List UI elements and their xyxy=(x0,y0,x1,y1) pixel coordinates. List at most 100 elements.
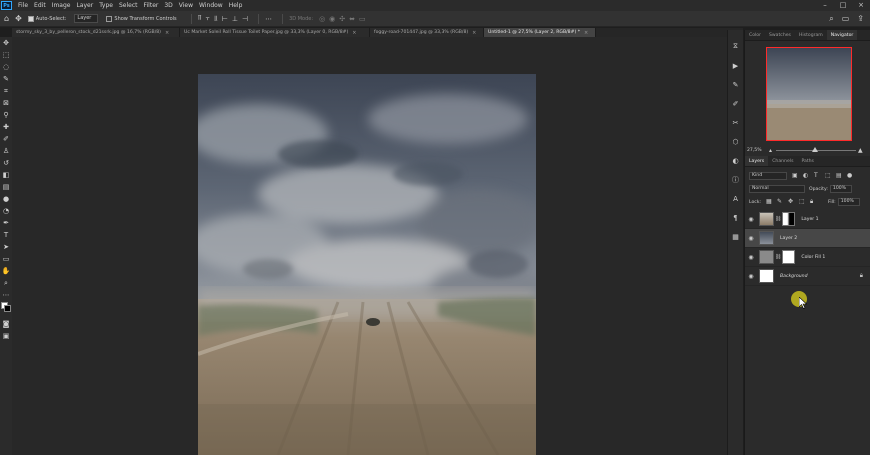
mask-link-icon[interactable]: ⛓ xyxy=(775,216,781,222)
move-icon[interactable]: ✥ xyxy=(0,37,12,49)
lock-position-icon[interactable]: ✥ xyxy=(788,199,794,205)
zoom-slider-handle[interactable] xyxy=(812,146,819,152)
tab-close-icon[interactable]: × xyxy=(165,30,169,36)
menu-type[interactable]: Type xyxy=(96,0,116,11)
crop-icon[interactable]: ⌗ xyxy=(0,85,12,97)
layer-name[interactable]: Background xyxy=(780,274,808,279)
opacity-field[interactable]: 100% xyxy=(829,185,852,193)
filter-smart-icon[interactable]: ▤ xyxy=(836,173,842,179)
lock-transparency-icon[interactable]: ▦ xyxy=(766,199,772,205)
tab-toilet-paper[interactable]: Uc Market Soleil Roll Tissue Toilet Pape… xyxy=(180,28,370,37)
visibility-eye-icon[interactable]: ◉ xyxy=(745,273,757,280)
quick-mask-icon[interactable]: ◙ xyxy=(0,318,12,330)
tab-histogram[interactable]: Histogram xyxy=(795,30,827,40)
home-icon[interactable]: ⌂ xyxy=(4,14,9,23)
brush-settings-icon[interactable]: ✎ xyxy=(728,75,743,94)
path-select-icon[interactable]: ➤ xyxy=(0,241,12,253)
tab-navigator[interactable]: Navigator xyxy=(826,30,858,40)
pen-icon[interactable]: ✒ xyxy=(0,217,12,229)
align-vcenter-icon[interactable]: ⫟ xyxy=(206,14,210,23)
tab-paths[interactable]: Paths xyxy=(797,156,818,166)
auto-select-dropdown[interactable]: Layer xyxy=(74,14,99,23)
filter-pixel-icon[interactable]: ▣ xyxy=(792,173,798,179)
lasso-icon[interactable]: ◌ xyxy=(0,61,12,73)
menu-window[interactable]: Window xyxy=(196,0,226,11)
character-icon[interactable]: A xyxy=(728,189,743,208)
brush-icon[interactable]: ✐ xyxy=(0,133,12,145)
actions-icon[interactable]: ▶ xyxy=(728,56,743,75)
workspace-icon[interactable]: ▭ xyxy=(842,14,850,24)
adjustments-icon[interactable]: ◐ xyxy=(728,151,743,170)
distribute-icon[interactable]: ⋯ xyxy=(265,15,272,23)
blur-icon[interactable]: ● xyxy=(0,193,12,205)
menu-3d[interactable]: 3D xyxy=(161,0,175,11)
move-tool-icon[interactable]: ✥ xyxy=(15,14,22,23)
layer-row-layer-1[interactable]: ◉ ⛓ Layer 1 xyxy=(745,210,870,229)
tab-close-icon[interactable]: × xyxy=(352,30,356,36)
align-left-icon[interactable]: ⊢ xyxy=(222,15,228,23)
3d-scale-icon[interactable]: ▭ xyxy=(359,15,366,23)
photoshop-logo[interactable]: Ps xyxy=(1,1,12,10)
tab-channels[interactable]: Channels xyxy=(768,156,797,166)
tools-icon[interactable]: ✂ xyxy=(728,113,743,132)
auto-select-checkbox[interactable] xyxy=(27,15,34,22)
visibility-eye-icon[interactable]: ◉ xyxy=(745,254,757,261)
eraser-icon[interactable]: ◧ xyxy=(0,169,12,181)
3d-roll-icon[interactable]: ◉ xyxy=(329,15,335,23)
tab-close-icon[interactable]: × xyxy=(584,30,588,36)
quick-select-icon[interactable]: ✎ xyxy=(0,73,12,85)
menu-file[interactable]: File xyxy=(15,0,31,11)
layer-mask-thumbnail[interactable] xyxy=(782,212,796,226)
glyphs-icon[interactable]: ▦ xyxy=(728,227,743,246)
screen-mode-icon[interactable]: ▣ xyxy=(0,330,12,342)
navigator-thumbnail[interactable] xyxy=(766,47,852,141)
document-canvas[interactable] xyxy=(198,74,536,455)
color-swatches[interactable] xyxy=(0,302,12,318)
layer-row-layer-2[interactable]: ◉ Layer 2 xyxy=(745,229,870,248)
eyedropper-icon[interactable]: ⚲ xyxy=(0,109,12,121)
type-icon[interactable]: T xyxy=(0,229,12,241)
filter-toggle-icon[interactable]: ● xyxy=(847,173,853,179)
paragraph-icon[interactable]: ¶ xyxy=(728,208,743,227)
tab-close-icon[interactable]: × xyxy=(472,30,476,36)
tab-untitled-1[interactable]: Untitled-1 @ 27,5% (Layer 2, RGB/8#) * × xyxy=(484,28,596,37)
search-icon[interactable]: ⌕ xyxy=(829,14,833,24)
clone-stamp-icon[interactable]: ♙ xyxy=(0,145,12,157)
history-icon[interactable]: ⧖ xyxy=(728,37,743,56)
filter-type-icon[interactable]: T xyxy=(814,173,820,179)
3d-slide-icon[interactable]: ⬌ xyxy=(349,15,355,23)
gradient-icon[interactable]: ▤ xyxy=(0,181,12,193)
menu-layer[interactable]: Layer xyxy=(73,0,96,11)
zoom-icon[interactable]: ⌕ xyxy=(0,277,12,289)
dodge-icon[interactable]: ◔ xyxy=(0,205,12,217)
minimize-button[interactable]: – xyxy=(816,0,834,11)
align-hcenter-icon[interactable]: ⊥ xyxy=(232,15,238,23)
navigator-zoom-value[interactable]: 27,5% xyxy=(747,148,767,153)
3d-rotate-icon[interactable]: ◎ xyxy=(319,15,325,23)
align-bottom-icon[interactable]: ⫫ xyxy=(214,14,218,23)
layer-row-color-fill-1[interactable]: ◉ ⛓ Color Fill 1 xyxy=(745,248,870,267)
3d-pan-icon[interactable]: ✣ xyxy=(339,15,345,23)
show-transform-checkbox[interactable] xyxy=(106,15,113,22)
align-top-icon[interactable]: ⫪ xyxy=(198,14,202,23)
brushes-icon[interactable]: ✐ xyxy=(728,94,743,113)
background-color-swatch[interactable] xyxy=(4,305,11,312)
tab-stormy-sky[interactable]: stormy_sky_3_by_pelleron_stock_d21ssrk.j… xyxy=(12,28,180,37)
blend-mode-dropdown[interactable]: Normal xyxy=(749,185,805,193)
visibility-eye-icon[interactable]: ◉ xyxy=(745,235,757,242)
filter-adjustment-icon[interactable]: ◐ xyxy=(803,173,809,179)
shape-icon[interactable]: ▭ xyxy=(0,253,12,265)
maximize-button[interactable]: □ xyxy=(834,0,852,11)
menu-edit[interactable]: Edit xyxy=(31,0,49,11)
layer-name[interactable]: Layer 1 xyxy=(801,217,818,222)
tab-color[interactable]: Color xyxy=(745,30,765,40)
3d-icon[interactable]: ⬡ xyxy=(728,132,743,151)
healing-brush-icon[interactable]: ✚ xyxy=(0,121,12,133)
more-tools-icon[interactable]: ⋯ xyxy=(0,289,12,301)
layer-name[interactable]: Color Fill 1 xyxy=(801,255,825,260)
zoom-slider[interactable] xyxy=(776,146,857,152)
info-icon[interactable]: ⓘ xyxy=(728,170,743,189)
layer-filter-kind[interactable]: Kind xyxy=(749,172,787,180)
lock-artboard-icon[interactable]: ⬚ xyxy=(799,199,805,205)
menu-filter[interactable]: Filter xyxy=(141,0,162,11)
